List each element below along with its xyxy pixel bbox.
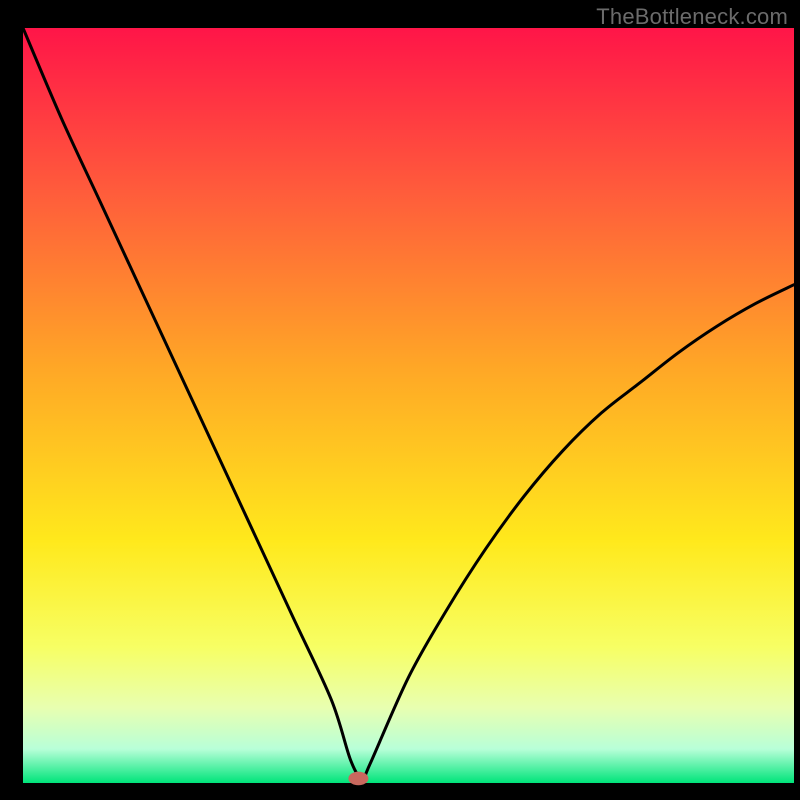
bottleneck-chart bbox=[0, 0, 800, 800]
chart-container: { "watermark": "TheBottleneck.com", "cha… bbox=[0, 0, 800, 800]
watermark-text: TheBottleneck.com bbox=[596, 4, 788, 30]
bottleneck-marker bbox=[348, 772, 368, 786]
plot-background bbox=[23, 28, 794, 783]
